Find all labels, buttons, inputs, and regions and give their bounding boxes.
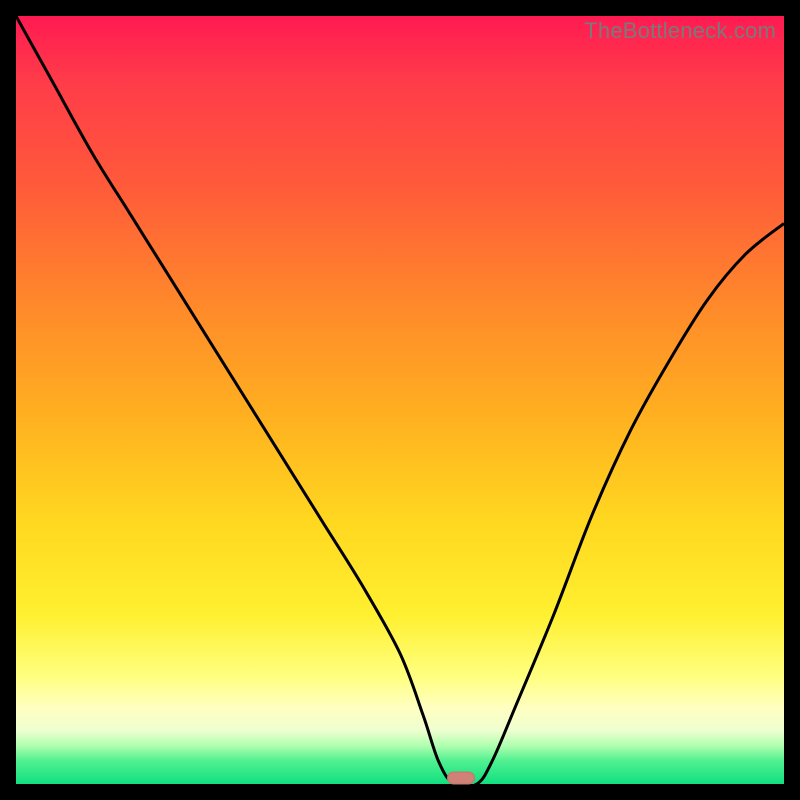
bottleneck-curve [16, 16, 784, 784]
curve-path [16, 16, 784, 787]
chart-frame: TheBottleneck.com [0, 0, 800, 800]
minimum-marker [447, 772, 475, 785]
plot-area: TheBottleneck.com [16, 16, 784, 784]
